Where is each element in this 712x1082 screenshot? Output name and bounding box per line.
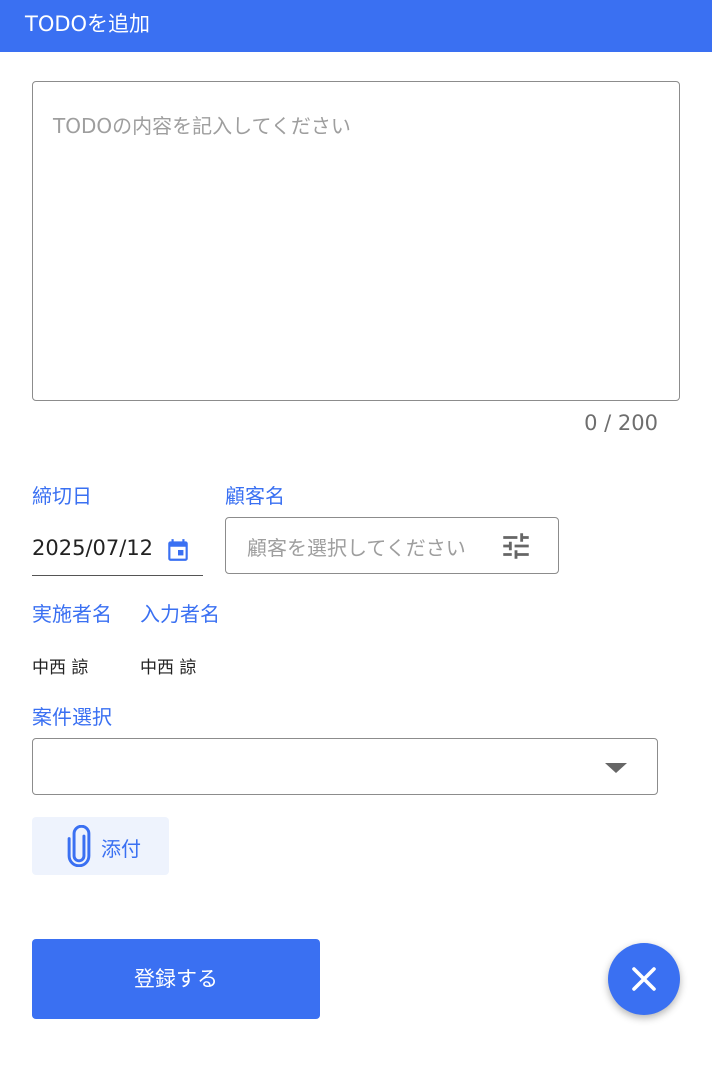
attach-button[interactable]: 添付 [32,817,169,875]
char-counter: 0 / 200 [584,411,658,435]
close-button[interactable] [608,943,680,1015]
customer-placeholder: 顧客を選択してください [247,536,466,560]
submit-button[interactable]: 登録する [32,939,320,1019]
entered-by-value: 中西 諒 [140,658,197,678]
app-bar: TODOを追加 [0,0,712,52]
chevron-down-icon [605,763,627,773]
deadline-label: 締切日 [32,484,92,508]
todo-content-input[interactable] [32,81,680,401]
close-icon [632,967,656,991]
project-label: 案件選択 [32,705,112,729]
project-select[interactable] [32,738,658,795]
assignee-label: 実施者名 [32,602,112,626]
customer-select[interactable]: 顧客を選択してください [225,517,559,574]
paperclip-icon [67,825,91,867]
deadline-field[interactable]: 2025/07/12 [32,528,203,576]
entered-by-label: 入力者名 [140,602,220,626]
deadline-value: 2025/07/12 [32,536,154,560]
calendar-icon[interactable] [165,536,191,564]
assignee-value: 中西 諒 [32,658,89,678]
customer-label: 顧客名 [225,484,285,508]
attach-label: 添付 [101,837,141,861]
page-title: TODOを追加 [25,12,151,36]
filter-icon[interactable] [498,529,534,563]
